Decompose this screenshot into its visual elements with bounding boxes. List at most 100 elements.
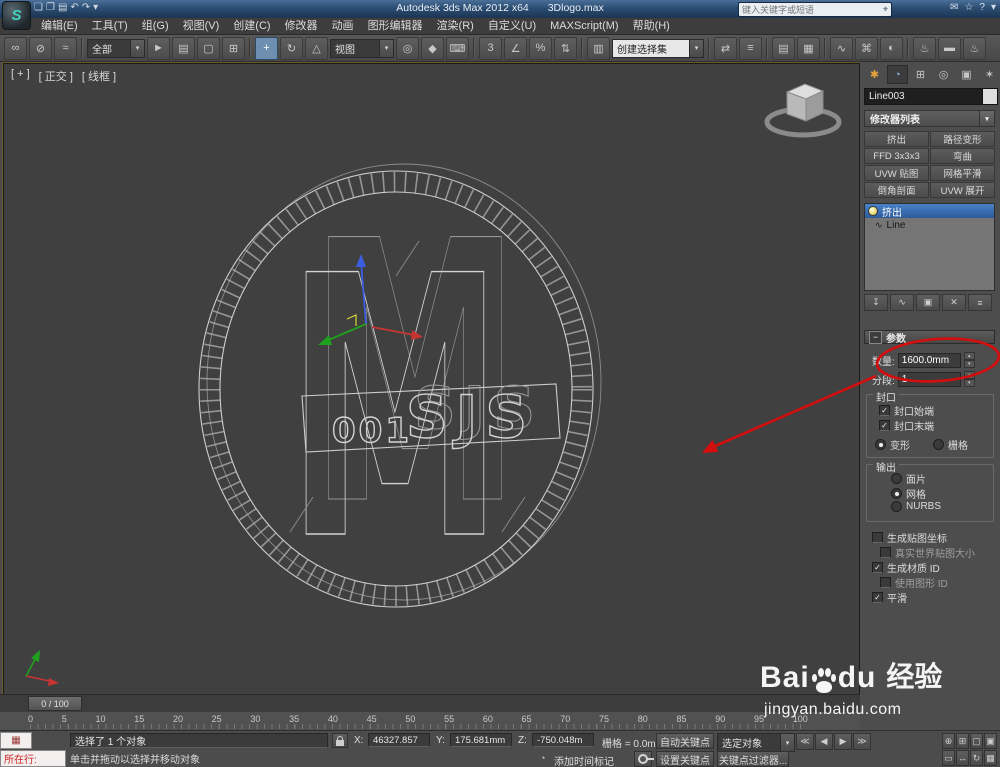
x-coord-field[interactable]: 46327.857 [368,733,430,747]
select-by-name-icon[interactable]: ▤ [172,36,195,60]
radio-icon[interactable] [891,488,902,499]
material-editor-icon[interactable]: ◐ [880,36,903,60]
menu-item-graph-editors[interactable]: 图形编辑器 [361,18,430,35]
spinner-down-icon[interactable]: ▾ [963,360,975,368]
material-id-checkbox[interactable]: ✓ 生成材质 ID [872,560,940,575]
smooth-checkbox[interactable]: ✓ 平滑 [872,590,907,605]
segments-field[interactable]: 1 [897,371,961,387]
preset-bend-button[interactable]: 弯曲 [930,148,995,164]
search-input[interactable] [739,4,880,15]
use-pivot-center-icon[interactable]: ◎ [396,36,419,60]
cap-start-checkbox[interactable]: ✓ 封口始端 [879,403,934,418]
layer-manager-icon[interactable]: ▤ [772,36,795,60]
graphite-ribbon-icon[interactable]: ▦ [797,36,820,60]
curve-editor-icon[interactable]: ∿ [830,36,853,60]
go-to-end-icon[interactable]: ≫ [853,733,871,750]
menu-item-tools[interactable]: 工具(T) [85,18,135,35]
output-mesh-radio[interactable]: 网格 [891,486,926,501]
menu-item-rendering[interactable]: 渲染(R) [430,18,481,35]
communication-center-icon[interactable]: ✉ [950,2,958,13]
time-slider-handle[interactable]: 0 / 100 [28,696,82,711]
mapping-coords-checkbox[interactable]: 生成贴图坐标 [872,530,947,545]
select-object-icon[interactable]: ► [147,36,170,60]
checkbox-icon[interactable] [872,532,883,543]
maximize-viewport-icon[interactable]: ▦ [984,750,997,766]
help-search-box[interactable]: ⌖ [738,2,892,17]
configure-modifier-sets-icon[interactable]: ≡ [968,294,992,311]
object-name-field[interactable]: Line003 [864,88,984,105]
selection-lock-toggle[interactable] [332,733,348,748]
pan-view-icon[interactable]: ↔ [956,750,969,766]
realworld-map-checkbox[interactable]: 真实世界贴图大小 [880,545,975,560]
time-slider[interactable]: 0 / 100 [0,694,860,713]
schematic-view-icon[interactable]: ⌘ [855,36,878,60]
menu-item-views[interactable]: 视图(V) [176,18,227,35]
pin-stack-icon[interactable]: ↧ [864,294,888,311]
set-keys-button[interactable] [634,751,654,767]
menu-item-maxscript[interactable]: MAXScript(M) [543,18,625,35]
tab-utilities-icon[interactable]: ✶ [979,65,1000,84]
make-unique-icon[interactable]: ▣ [916,294,940,311]
add-time-tag[interactable]: 添加时间标记 [554,753,614,767]
output-nurbs-radio[interactable]: NURBS [891,501,941,512]
output-patch-radio[interactable]: 面片 [891,471,926,486]
selection-filter-dropdown[interactable]: 全部 ▾ [87,38,145,58]
mirror-icon[interactable]: ⇄ [714,36,737,60]
percent-snap-icon[interactable]: % [529,36,552,60]
unlink-selection-icon[interactable]: ⊘ [29,36,52,60]
application-menu-button[interactable]: S [2,1,31,30]
rendered-frame-window-icon[interactable]: ▬ [938,36,961,60]
collapse-icon[interactable]: − [869,330,882,344]
play-animation-icon[interactable]: ▶ [834,733,852,750]
select-rotate-icon[interactable]: ↻ [280,36,303,60]
chevron-down-icon[interactable]: ▾ [130,39,144,57]
checkbox-icon[interactable] [880,577,891,588]
track-bar[interactable]: 0 5 10 15 20 25 30 35 40 45 50 55 60 65 70 75 80 85 90 95 10… [0,712,860,731]
menu-item-animation[interactable]: 动画 [325,18,361,35]
render-setup-icon[interactable]: ♨ [913,36,936,60]
named-selection-sets-dropdown[interactable]: 创建选择集 ▾ [612,38,704,58]
amount-spinner[interactable]: ▴ ▾ [963,352,975,368]
zoom-extents-icon[interactable]: ▢ [970,733,983,749]
checkbox-icon[interactable]: ✓ [872,562,883,573]
set-key-button[interactable]: 设置关键点 [656,751,714,767]
select-scale-icon[interactable]: △ [305,36,328,60]
keyboard-override-icon[interactable]: ⌨ [446,36,469,60]
preset-extrude-button[interactable]: 挤出 [864,131,929,147]
checkbox-icon[interactable]: ✓ [872,592,883,603]
parameters-rollout-header[interactable]: − 参数 [864,330,995,345]
preset-uvwmap-button[interactable]: UVW 贴图 [864,165,929,181]
render-production-icon[interactable]: ♨ [963,36,986,60]
bind-to-spacewarp-icon[interactable]: ≈ [54,36,77,60]
menu-item-create[interactable]: 创建(C) [226,18,277,35]
chevron-down-icon[interactable]: ▾ [379,39,393,57]
selection-region-icon[interactable]: ▢ [197,36,220,60]
zoom-region-icon[interactable]: ▭ [942,750,955,766]
select-manipulate-icon[interactable]: ◆ [421,36,444,60]
search-icon[interactable]: ⌖ [880,4,891,15]
window-crossing-icon[interactable]: ⊞ [222,36,245,60]
checkbox-icon[interactable] [880,547,891,558]
checkbox-icon[interactable]: ✓ [879,405,890,416]
help-dropdown-icon[interactable]: ▾ [991,2,996,13]
preset-pathdeform-button[interactable]: 路径变形 [930,131,995,147]
preset-ffd-button[interactable]: FFD 3x3x3 [864,148,929,164]
z-coord-field[interactable]: -750.048m [532,733,594,747]
zoom-icon[interactable]: ⊕ [942,733,955,749]
zoom-all-icon[interactable]: ⊞ [956,733,969,749]
key-filters-button[interactable]: 关键点过滤器... [717,751,789,767]
radio-icon[interactable] [891,501,902,512]
tab-create-icon[interactable]: ✱ [864,65,885,84]
key-default-filter-dropdown[interactable]: 选定对象 ▾ [717,733,795,752]
preset-meshsmooth-button[interactable]: 网格平滑 [930,165,995,181]
help-icon[interactable]: ? [979,2,985,13]
reference-coordinate-dropdown[interactable]: 视图 ▾ [330,38,394,58]
menu-item-group[interactable]: 组(G) [135,18,176,35]
radio-icon[interactable] [933,439,944,450]
morph-radio[interactable]: 变形 [875,437,910,452]
orbit-icon[interactable]: ↻ [970,750,983,766]
menu-item-customize[interactable]: 自定义(U) [481,18,543,35]
preset-unwrap-button[interactable]: UVW 展开 [930,182,995,198]
maxscript-mini-listener[interactable]: 所在行: [0,750,66,767]
menu-item-help[interactable]: 帮助(H) [626,18,677,35]
